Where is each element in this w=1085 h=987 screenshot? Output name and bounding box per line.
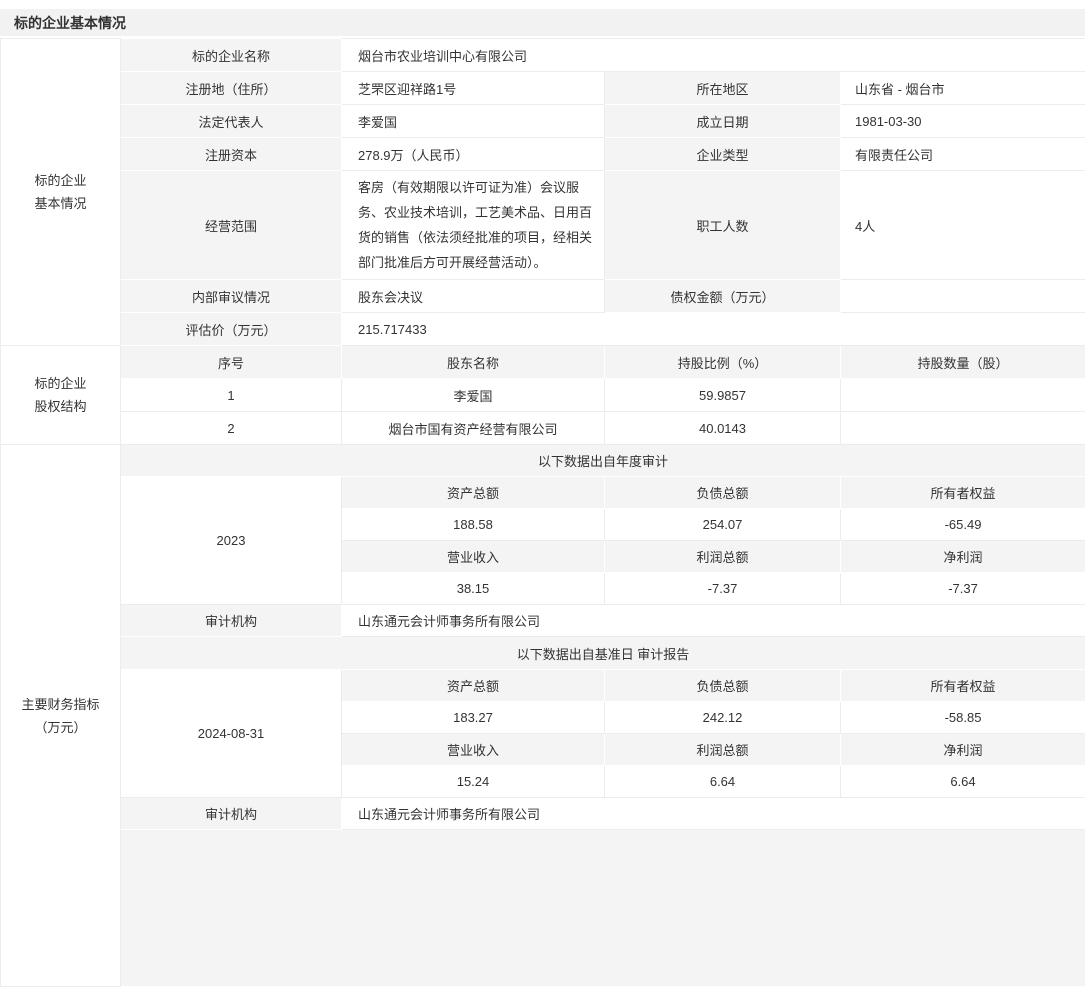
baseline-liabilities-label: 负债总额 xyxy=(605,670,841,702)
equity-2-ratio: 40.0143 xyxy=(605,412,841,445)
internal-review-label: 内部审议情况 xyxy=(121,280,342,313)
baseline-owner-equity-label: 所有者权益 xyxy=(841,670,1085,702)
ent-type-value: 有限责任公司 xyxy=(841,138,1085,171)
baseline-headers-1: 2024-08-31 资产总额 负债总额 所有者权益 xyxy=(1,670,1085,702)
baseline-period: 2024-08-31 xyxy=(121,670,342,798)
row-review-debt: 内部审议情况 股东会决议 债权金额（万元） xyxy=(1,280,1085,313)
debt-amount-value xyxy=(841,280,1085,313)
enterprise-info-table: 标的企业 基本情况 标的企业名称 烟台市农业培训中心有限公司 注册地（住所） 芝… xyxy=(0,38,1085,987)
debt-amount-label: 债权金额（万元） xyxy=(605,280,841,313)
ent-type-label: 企业类型 xyxy=(605,138,841,171)
baseline-assets-label: 资产总额 xyxy=(342,670,605,702)
page-title: 标的企业基本情况 xyxy=(0,9,1085,36)
equity-col-index: 序号 xyxy=(121,346,342,379)
baseline-audit-banner: 以下数据出自基准日 审计报告 xyxy=(121,637,1085,670)
annual-liabilities-label: 负债总额 xyxy=(605,477,841,509)
baseline-profit-value: 6.64 xyxy=(605,766,841,798)
next-section-cutoff-row xyxy=(1,830,1085,987)
baseline-revenue-value: 15.24 xyxy=(342,766,605,798)
section-equity-label: 标的企业 股权结构 xyxy=(1,346,121,445)
equity-header-row: 标的企业 股权结构 序号 股东名称 持股比例（%） 持股数量（股） xyxy=(1,346,1085,379)
equity-1-index: 1 xyxy=(121,379,342,412)
annual-liabilities-value: 254.07 xyxy=(605,509,841,541)
annual-headers-1: 2023 资产总额 负债总额 所有者权益 xyxy=(1,477,1085,509)
staff-count-value: 4人 xyxy=(841,171,1085,280)
annual-period: 2023 xyxy=(121,477,342,605)
equity-row-2: 2 烟台市国有资产经营有限公司 40.0143 xyxy=(1,412,1085,445)
financial-banner-baseline: 以下数据出自基准日 审计报告 xyxy=(1,637,1085,670)
equity-col-ratio: 持股比例（%） xyxy=(605,346,841,379)
annual-audit-agency-row: 审计机构 山东通元会计师事务所有限公司 xyxy=(1,605,1085,637)
biz-scope-value: 客房（有效期限以许可证为准）会议服务、农业技术培训，工艺美术品、日用百货的销售（… xyxy=(342,171,605,280)
section-basic-info-label: 标的企业 基本情况 xyxy=(1,39,121,346)
appraisal-price-label: 评估价（万元） xyxy=(121,313,342,346)
annual-net-profit-label: 净利润 xyxy=(841,541,1085,573)
annual-owner-equity-value: -65.49 xyxy=(841,509,1085,541)
cutoff-row-cell xyxy=(121,830,1085,987)
equity-1-shares xyxy=(841,379,1085,412)
baseline-assets-value: 183.27 xyxy=(342,702,605,734)
region-value: 山东省 - 烟台市 xyxy=(841,72,1085,105)
row-scope-staff: 经营范围 客房（有效期限以许可证为准）会议服务、农业技术培训，工艺美术品、日用百… xyxy=(1,171,1085,280)
est-date-value: 1981-03-30 xyxy=(841,105,1085,138)
row-company-name: 标的企业 基本情况 标的企业名称 烟台市农业培训中心有限公司 xyxy=(1,39,1085,72)
baseline-audit-agency-label: 审计机构 xyxy=(121,798,342,830)
internal-review-value: 股东会决议 xyxy=(342,280,605,313)
baseline-net-profit-label: 净利润 xyxy=(841,734,1085,766)
baseline-liabilities-value: 242.12 xyxy=(605,702,841,734)
annual-owner-equity-label: 所有者权益 xyxy=(841,477,1085,509)
region-label: 所在地区 xyxy=(605,72,841,105)
row-appraisal: 评估价（万元） 215.717433 xyxy=(1,313,1085,346)
annual-profit-label: 利润总额 xyxy=(605,541,841,573)
baseline-net-profit-value: 6.64 xyxy=(841,766,1085,798)
row-address-region: 注册地（住所） 芝罘区迎祥路1号 所在地区 山东省 - 烟台市 xyxy=(1,72,1085,105)
equity-1-shareholder: 李爱国 xyxy=(342,379,605,412)
reg-address-label: 注册地（住所） xyxy=(121,72,342,105)
equity-2-shareholder: 烟台市国有资产经营有限公司 xyxy=(342,412,605,445)
reg-capital-value: 278.9万（人民币） xyxy=(342,138,605,171)
annual-net-profit-value: -7.37 xyxy=(841,573,1085,605)
company-name-label: 标的企业名称 xyxy=(121,39,342,72)
annual-assets-label: 资产总额 xyxy=(342,477,605,509)
baseline-owner-equity-value: -58.85 xyxy=(841,702,1085,734)
section-financial-label: 主要财务指标 （万元） xyxy=(1,445,121,987)
annual-revenue-value: 38.15 xyxy=(342,573,605,605)
annual-revenue-label: 营业收入 xyxy=(342,541,605,573)
row-capital-type: 注册资本 278.9万（人民币） 企业类型 有限责任公司 xyxy=(1,138,1085,171)
biz-scope-label: 经营范围 xyxy=(121,171,342,280)
equity-1-ratio: 59.9857 xyxy=(605,379,841,412)
annual-assets-value: 188.58 xyxy=(342,509,605,541)
baseline-audit-agency-value: 山东通元会计师事务所有限公司 xyxy=(342,798,1085,830)
equity-2-shares xyxy=(841,412,1085,445)
staff-count-label: 职工人数 xyxy=(605,171,841,280)
est-date-label: 成立日期 xyxy=(605,105,841,138)
company-name-value: 烟台市农业培训中心有限公司 xyxy=(342,39,1085,72)
legal-rep-label: 法定代表人 xyxy=(121,105,342,138)
page-title-text: 标的企业基本情况 xyxy=(14,13,126,33)
baseline-audit-agency-row: 审计机构 山东通元会计师事务所有限公司 xyxy=(1,798,1085,830)
equity-2-index: 2 xyxy=(121,412,342,445)
baseline-revenue-label: 营业收入 xyxy=(342,734,605,766)
reg-capital-label: 注册资本 xyxy=(121,138,342,171)
appraisal-price-value: 215.717433 xyxy=(342,313,1085,346)
annual-audit-agency-value: 山东通元会计师事务所有限公司 xyxy=(342,605,1085,637)
annual-profit-value: -7.37 xyxy=(605,573,841,605)
annual-audit-banner: 以下数据出自年度审计 xyxy=(121,445,1085,477)
reg-address-value: 芝罘区迎祥路1号 xyxy=(342,72,605,105)
legal-rep-value: 李爱国 xyxy=(342,105,605,138)
baseline-profit-label: 利润总额 xyxy=(605,734,841,766)
equity-col-shares: 持股数量（股） xyxy=(841,346,1085,379)
row-legal-rep-date: 法定代表人 李爱国 成立日期 1981-03-30 xyxy=(1,105,1085,138)
financial-banner-annual: 主要财务指标 （万元） 以下数据出自年度审计 xyxy=(1,445,1085,477)
annual-audit-agency-label: 审计机构 xyxy=(121,605,342,637)
equity-col-shareholder: 股东名称 xyxy=(342,346,605,379)
equity-row-1: 1 李爱国 59.9857 xyxy=(1,379,1085,412)
